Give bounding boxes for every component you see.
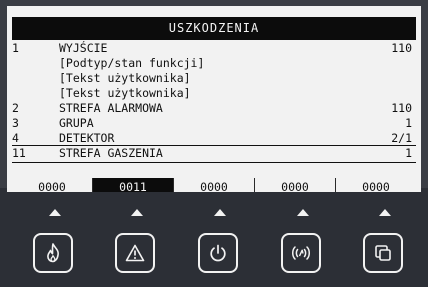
up-arrow-indicator [214, 209, 226, 216]
list-item[interactable]: 4 DETEKTOR 2/1 [12, 132, 416, 146]
item-number: 1 [12, 41, 19, 55]
counter-tab[interactable]: 0000 [255, 178, 336, 192]
fire-button[interactable] [33, 233, 73, 273]
counter-tab[interactable]: 0000 [12, 178, 93, 192]
power-icon [210, 244, 226, 262]
counter-tabs: 0000 0011 0000 0000 0000 [12, 178, 416, 192]
fault-button[interactable] [115, 233, 155, 273]
up-arrow-indicator [131, 209, 143, 216]
flame-icon [47, 243, 59, 263]
item-number: 2 [12, 101, 19, 115]
sounder-button[interactable] [281, 233, 321, 273]
list-item[interactable]: 1 WYJŚCIE 110 [12, 42, 416, 55]
screen-title-bar: USZKODZENIA [12, 17, 416, 40]
lcd-screen: USZKODZENIA 1 WYJŚCIE 110 [Podtyp/stan f… [7, 6, 421, 192]
item-value: 110 [391, 101, 412, 115]
item-number: 11 [12, 146, 26, 160]
warning-triangle-icon [125, 244, 145, 262]
list-item[interactable]: [Tekst użytkownika] [12, 87, 416, 100]
item-label: STREFA GASZENIA [59, 146, 163, 160]
item-label: STREFA ALARMOWA [59, 101, 163, 115]
control-panel [0, 192, 428, 287]
up-arrow-indicator [297, 209, 309, 216]
item-value: 1 [405, 146, 412, 160]
display-button[interactable] [363, 233, 403, 273]
up-arrow-indicator [379, 209, 391, 216]
list-item[interactable]: [Podtyp/stan funkcji] [12, 57, 416, 70]
list-item[interactable]: 3 GRUPA 1 [12, 117, 416, 130]
item-value: 1 [405, 116, 412, 130]
item-value: 2/1 [391, 131, 412, 145]
list-item[interactable]: [Tekst użytkownika] [12, 72, 416, 85]
item-label: [Podtyp/stan funkcji] [59, 56, 205, 70]
counter-tab[interactable]: 0000 [336, 178, 416, 192]
item-label: DETEKTOR [59, 131, 115, 145]
list-divider [12, 162, 416, 163]
item-value: 110 [391, 41, 412, 55]
up-arrow-indicator [49, 209, 61, 216]
list-item[interactable]: 2 STREFA ALARMOWA 110 [12, 102, 416, 115]
sounder-signal-icon [292, 246, 310, 260]
item-label: [Tekst użytkownika] [59, 86, 191, 100]
item-label: GRUPA [59, 116, 94, 130]
item-number: 3 [12, 116, 19, 130]
counter-tab[interactable]: 0000 [174, 178, 255, 192]
power-button[interactable] [198, 233, 238, 273]
screen-top-strip [7, 6, 421, 17]
item-number: 4 [12, 131, 19, 145]
counter-tab-active[interactable]: 0011 [93, 178, 174, 192]
screen-title: USZKODZENIA [168, 21, 260, 35]
item-label: WYJŚCIE [59, 41, 108, 55]
item-label: [Tekst użytkownika] [59, 71, 191, 85]
copy-windows-icon [375, 245, 391, 261]
list-item[interactable]: 11 STREFA GASZENIA 1 [12, 147, 416, 160]
